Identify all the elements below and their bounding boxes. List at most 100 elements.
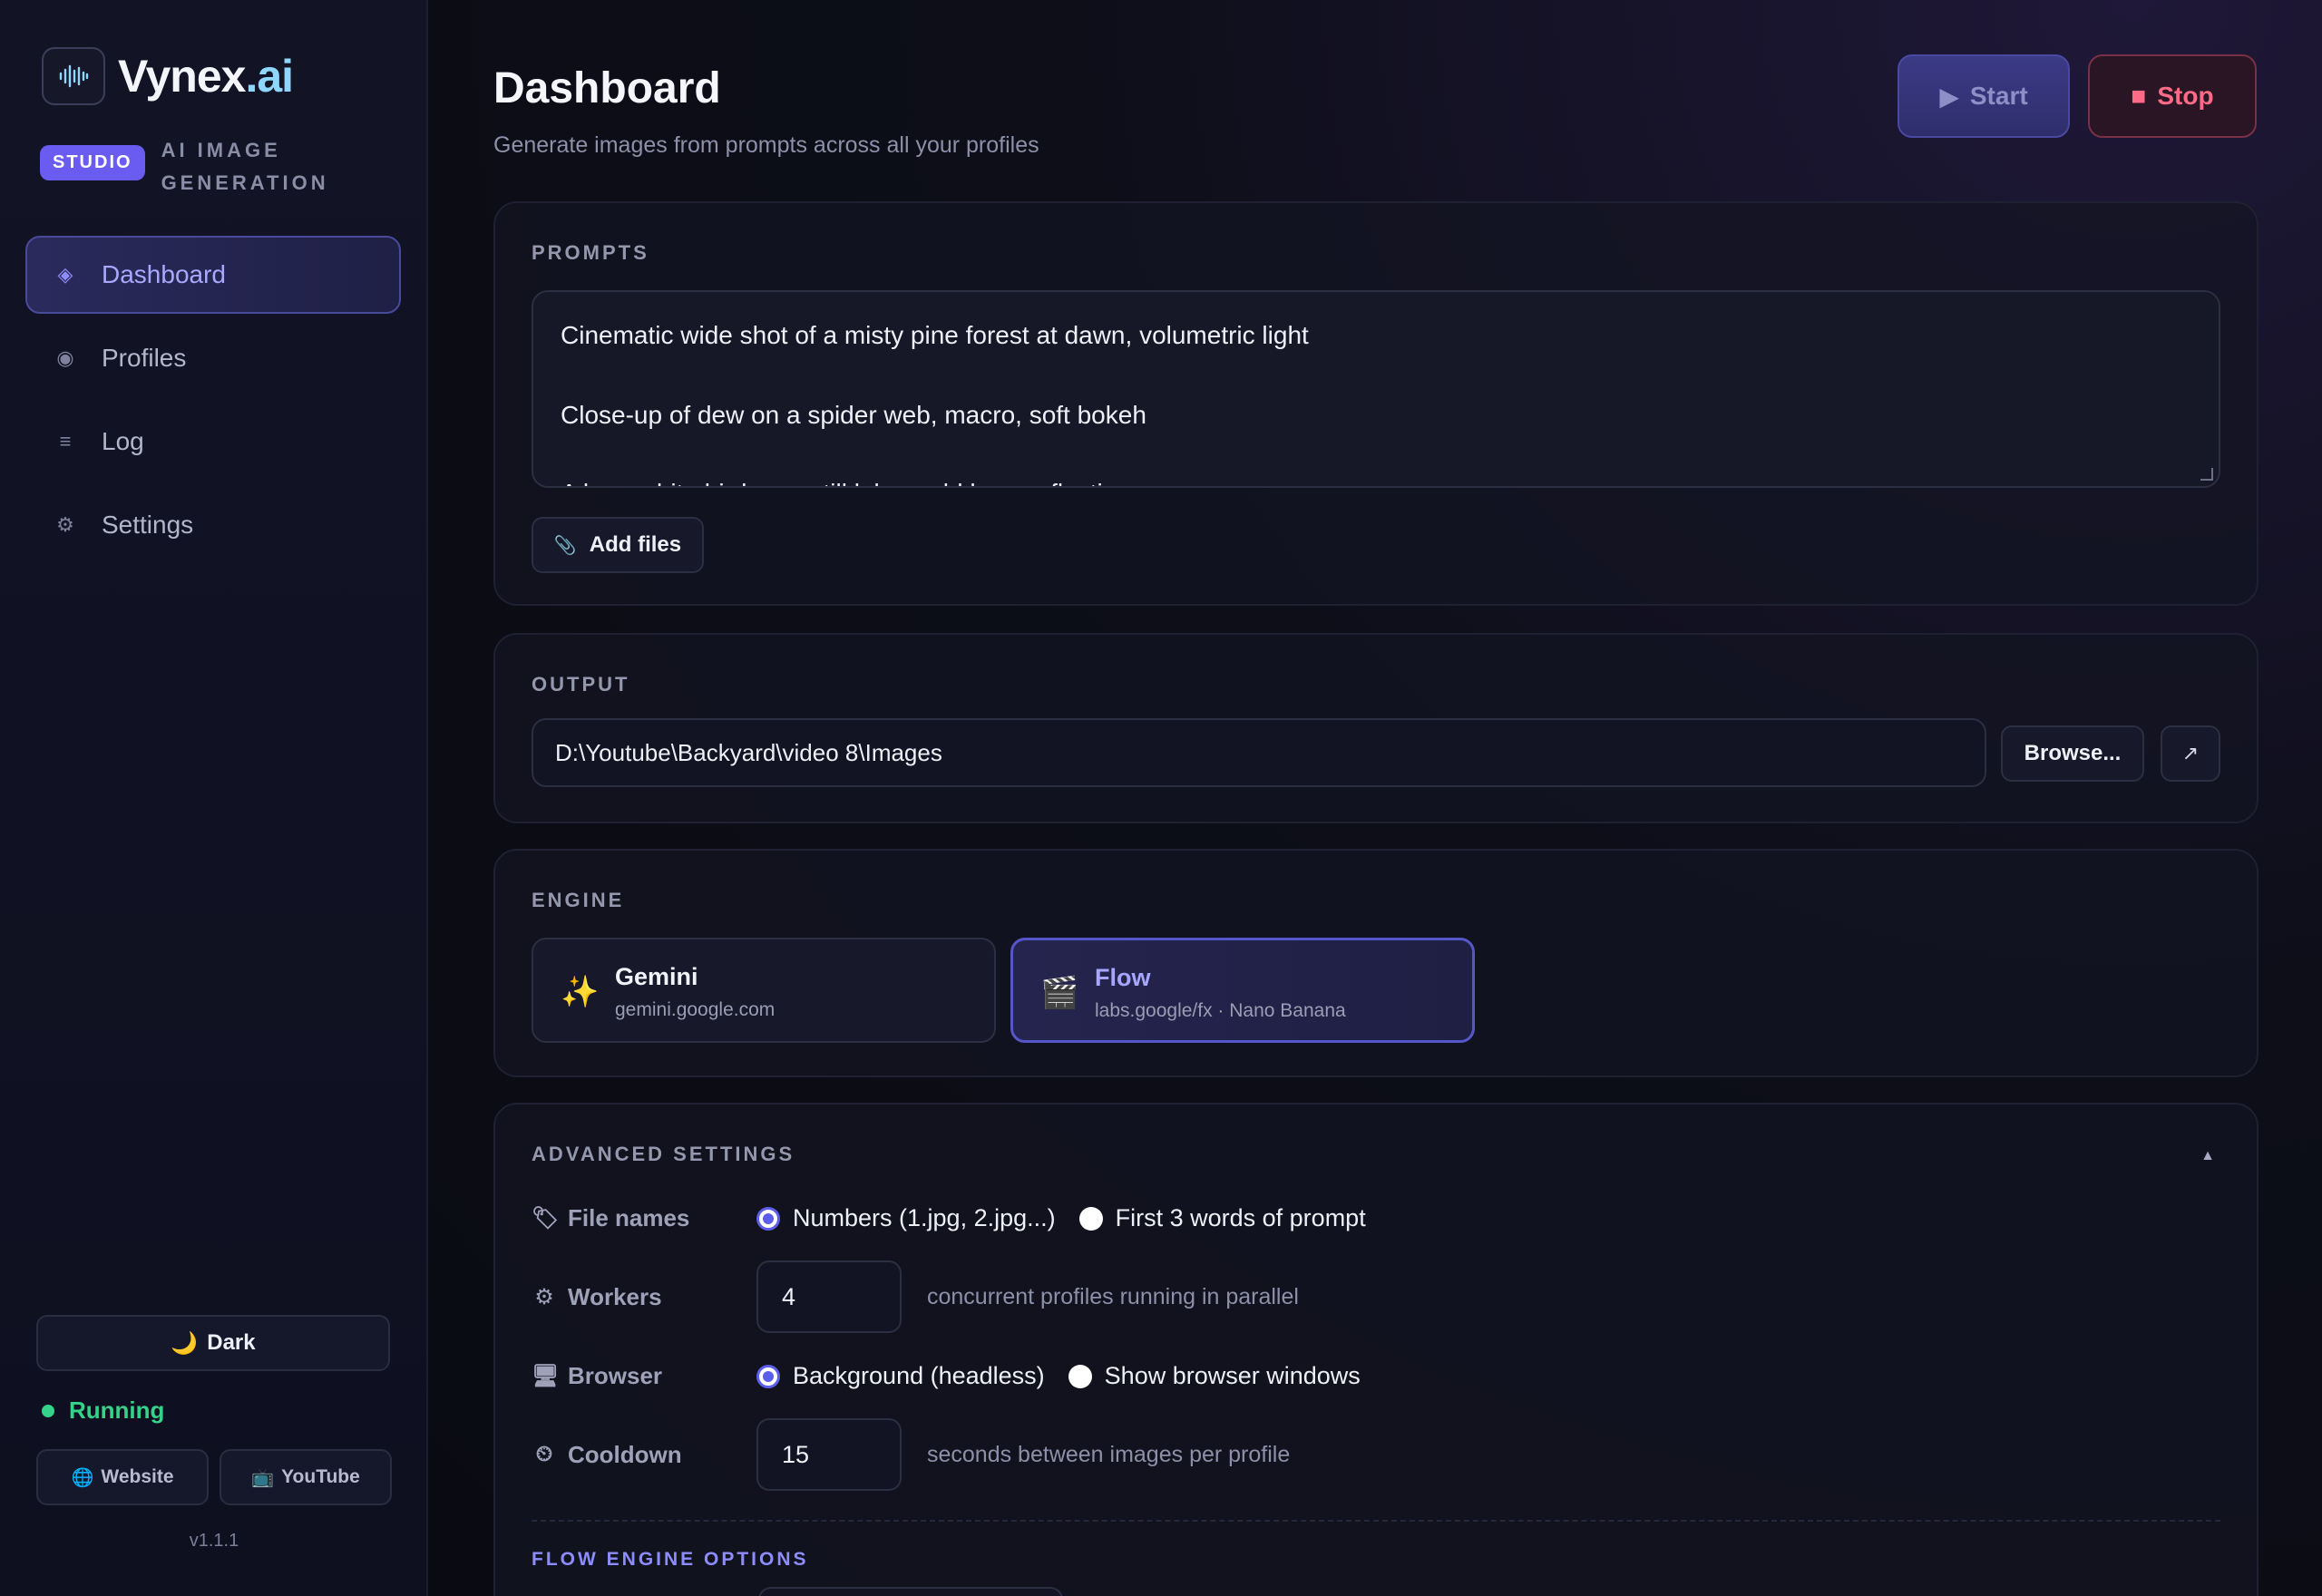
browser-label: Browser: [568, 1362, 663, 1389]
cooldown-label: Cooldown: [568, 1440, 682, 1468]
paperclip-icon: 📎: [553, 535, 577, 556]
page-subtitle: Generate images from prompts across all …: [493, 132, 1039, 158]
external-links: 🌐 Website 📺 YouTube: [36, 1449, 392, 1505]
file-names-label: File names: [568, 1204, 690, 1231]
tv-icon: 📺: [251, 1467, 275, 1488]
flow-option-input[interactable]: [758, 1587, 1063, 1596]
tag-icon: 🏷: [532, 1206, 560, 1231]
open-folder-button[interactable]: ↗: [2161, 725, 2220, 782]
play-icon: ▶: [1939, 82, 1959, 111]
moon-icon: 🌙: [171, 1330, 199, 1356]
engine-option-flow[interactable]: 🎬 Flow labs.google/fx · Nano Banana: [1010, 938, 1475, 1043]
radio-label: Background (headless): [793, 1362, 1045, 1389]
output-path-input[interactable]: D:\Youtube\Backyard\video 8\Images: [532, 718, 1986, 787]
workers-label: Workers: [568, 1282, 662, 1310]
output-card: OUTPUT D:\Youtube\Backyard\video 8\Image…: [493, 633, 2259, 823]
list-icon: ≡: [59, 430, 72, 453]
website-button[interactable]: 🌐 Website: [36, 1449, 209, 1505]
engine-desc: labs.google/fx · Nano Banana: [1095, 1000, 1346, 1021]
sidebar-item-label: Profiles: [102, 344, 187, 372]
browser-show-radio[interactable]: Show browser windows: [1068, 1362, 1361, 1390]
brand-tagline: STUDIO AI IMAGE GENERATION: [40, 134, 343, 200]
prompt-line: Close-up of dew on a spider web, macro, …: [561, 401, 1146, 429]
brand-subtitle: AI IMAGE GENERATION: [161, 139, 329, 194]
engine-name: Flow: [1095, 964, 1151, 991]
status-indicator: Running: [42, 1396, 164, 1425]
waveform-icon: [42, 47, 105, 105]
gear-icon: ⚙: [534, 1284, 554, 1309]
brand-logo: Vynex.ai: [42, 47, 294, 105]
radio-unchecked-icon: [1078, 1206, 1103, 1231]
website-label: Website: [101, 1466, 174, 1487]
workers-hint: concurrent profiles running in parallel: [927, 1283, 1299, 1309]
clapper-icon: 🎬: [1040, 976, 1079, 1010]
radio-label: Show browser windows: [1104, 1362, 1361, 1389]
version-label: v1.1.1: [189, 1531, 239, 1551]
engine-label: ENGINE: [532, 889, 625, 911]
youtube-label: YouTube: [281, 1466, 360, 1487]
start-button[interactable]: ▶ Start: [1898, 54, 2070, 138]
sidebar-item-settings[interactable]: ⚙ Settings: [25, 486, 401, 564]
browse-button[interactable]: Browse...: [2001, 725, 2144, 782]
start-label: Start: [1969, 82, 2028, 110]
theme-toggle-button[interactable]: 🌙 Dark: [36, 1315, 390, 1371]
stop-label: Stop: [2157, 82, 2214, 110]
prompts-card: PROMPTS Cinematic wide shot of a misty p…: [493, 201, 2259, 606]
engine-name: Gemini: [615, 963, 698, 990]
advanced-settings-label: ADVANCED SETTINGS: [532, 1143, 795, 1165]
workers-input[interactable]: 4: [756, 1260, 902, 1333]
section-divider: [532, 1520, 2220, 1522]
youtube-button[interactable]: 📺 YouTube: [220, 1449, 392, 1505]
file-names-row: 🏷 File names Numbers (1.jpg, 2.jpg...) F…: [532, 1204, 1390, 1232]
add-files-label: Add files: [589, 532, 682, 557]
engine-desc: gemini.google.com: [615, 999, 776, 1020]
sidebar-item-label: Dashboard: [102, 260, 226, 288]
sidebar: Vynex.ai STUDIO AI IMAGE GENERATION ◈ Da…: [0, 0, 428, 1596]
cooldown-input[interactable]: 15: [756, 1418, 902, 1491]
sidebar-item-log[interactable]: ≡ Log: [25, 403, 401, 481]
prompt-line: Cinematic wide shot of a misty pine fore…: [561, 321, 1309, 349]
sidebar-item-label: Log: [102, 427, 144, 455]
file-names-words-radio[interactable]: First 3 words of prompt: [1078, 1204, 1366, 1232]
profile-dot-icon: ◉: [56, 346, 74, 369]
sidebar-nav: ◈ Dashboard ◉ Profiles ≡ Log ⚙ Settings: [25, 236, 401, 569]
brand-name: Vynex.ai: [118, 51, 294, 102]
monitor-icon: 🖥: [532, 1364, 560, 1388]
prompts-label: PROMPTS: [532, 241, 649, 264]
prompt-line: A lone white bird on a still lake, gold …: [561, 479, 1144, 486]
radio-label: Numbers (1.jpg, 2.jpg...): [793, 1204, 1056, 1231]
page-title: Dashboard: [493, 64, 721, 112]
sidebar-item-profiles[interactable]: ◉ Profiles: [25, 319, 401, 397]
studio-badge: STUDIO: [40, 145, 145, 180]
external-link-icon: ↗: [2181, 742, 2200, 764]
cooldown-hint: seconds between images per profile: [927, 1441, 1291, 1467]
collapse-arrow-icon[interactable]: ▲: [2200, 1148, 2215, 1164]
output-label: OUTPUT: [532, 673, 630, 696]
advanced-settings-card: ADVANCED SETTINGS ▲ 🏷 File names Numbers…: [493, 1103, 2259, 1596]
resize-handle[interactable]: [2200, 468, 2213, 481]
workers-row: ⚙ Workers 4 concurrent profiles running …: [532, 1260, 1299, 1333]
status-text: Running: [69, 1396, 165, 1424]
engine-card: ENGINE ✨ Gemini gemini.google.com 🎬 Flow…: [493, 849, 2259, 1077]
stop-icon: ■: [2131, 82, 2147, 110]
prompts-textarea[interactable]: Cinematic wide shot of a misty pine fore…: [532, 290, 2220, 488]
flow-engine-options-label: FLOW ENGINE OPTIONS: [532, 1549, 809, 1570]
radio-unchecked-icon: [1068, 1364, 1092, 1388]
browser-headless-radio[interactable]: Background (headless): [756, 1362, 1045, 1390]
sidebar-item-label: Settings: [102, 511, 194, 539]
timer-icon: ⏲: [535, 1442, 553, 1466]
radio-checked-icon: [756, 1206, 780, 1231]
add-files-button[interactable]: 📎 Add files: [532, 517, 704, 573]
stop-button[interactable]: ■ Stop: [2088, 54, 2257, 138]
sparkles-icon: ✨: [561, 975, 600, 1009]
radio-checked-icon: [756, 1364, 780, 1388]
browser-row: 🖥 Browser Background (headless) Show bro…: [532, 1362, 1384, 1390]
globe-icon: 🌐: [71, 1467, 94, 1488]
sidebar-item-dashboard[interactable]: ◈ Dashboard: [25, 236, 401, 314]
cooldown-row: ⏲ Cooldown 15 seconds between images per…: [532, 1418, 1290, 1491]
status-dot-icon: [42, 1404, 54, 1417]
engine-option-gemini[interactable]: ✨ Gemini gemini.google.com: [532, 938, 996, 1043]
theme-label: Dark: [207, 1330, 256, 1355]
gear-icon: ⚙: [56, 513, 74, 536]
file-names-numbers-radio[interactable]: Numbers (1.jpg, 2.jpg...): [756, 1204, 1056, 1232]
